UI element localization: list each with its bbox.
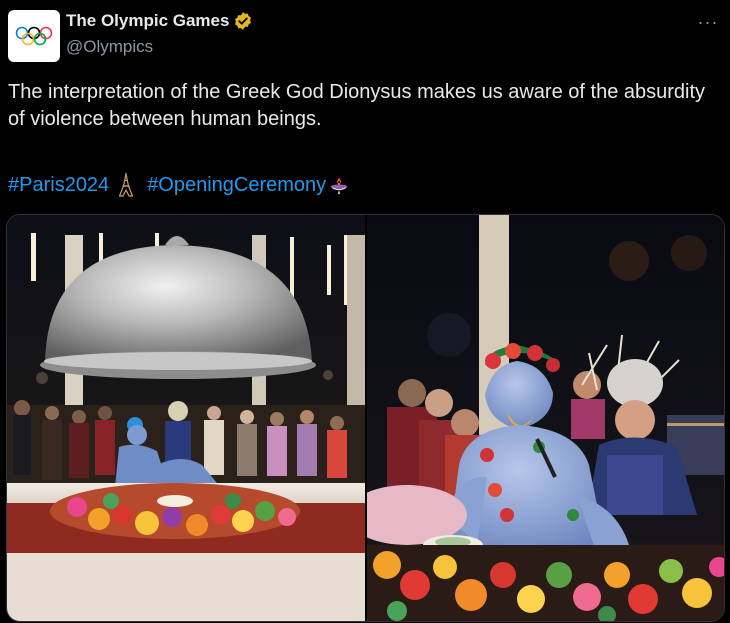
blue-dionysus-performer-closeup-photo[interactable] bbox=[367, 215, 724, 621]
hashtag-paris2024[interactable]: #Paris2024 bbox=[8, 172, 109, 199]
tweet-header: The Olympic Games @Olympics ··· bbox=[8, 8, 722, 62]
hashtag-row: #Paris2024 #OpeningCeremony bbox=[8, 171, 708, 199]
display-name[interactable]: The Olympic Games bbox=[66, 11, 229, 31]
tweet-card[interactable]: The Olympic Games @Olympics ··· The inte… bbox=[0, 0, 730, 623]
media-grid bbox=[6, 214, 725, 622]
olympic-rings-icon bbox=[15, 26, 53, 46]
avatar[interactable] bbox=[8, 10, 60, 62]
author-names: The Olympic Games @Olympics bbox=[66, 10, 253, 57]
hashtag-openingceremony[interactable]: #OpeningCeremony bbox=[147, 172, 326, 199]
more-options-icon[interactable]: ··· bbox=[696, 12, 720, 32]
eiffel-tower-emoji bbox=[117, 173, 139, 197]
olympic-cauldron-emoji bbox=[328, 173, 350, 197]
tweet-text: The interpretation of the Greek God Dion… bbox=[8, 81, 706, 130]
author-handle[interactable]: @Olympics bbox=[66, 37, 253, 57]
banquet-table-with-silver-dome-photo[interactable] bbox=[7, 215, 365, 621]
verified-badge-icon[interactable] bbox=[233, 11, 253, 31]
